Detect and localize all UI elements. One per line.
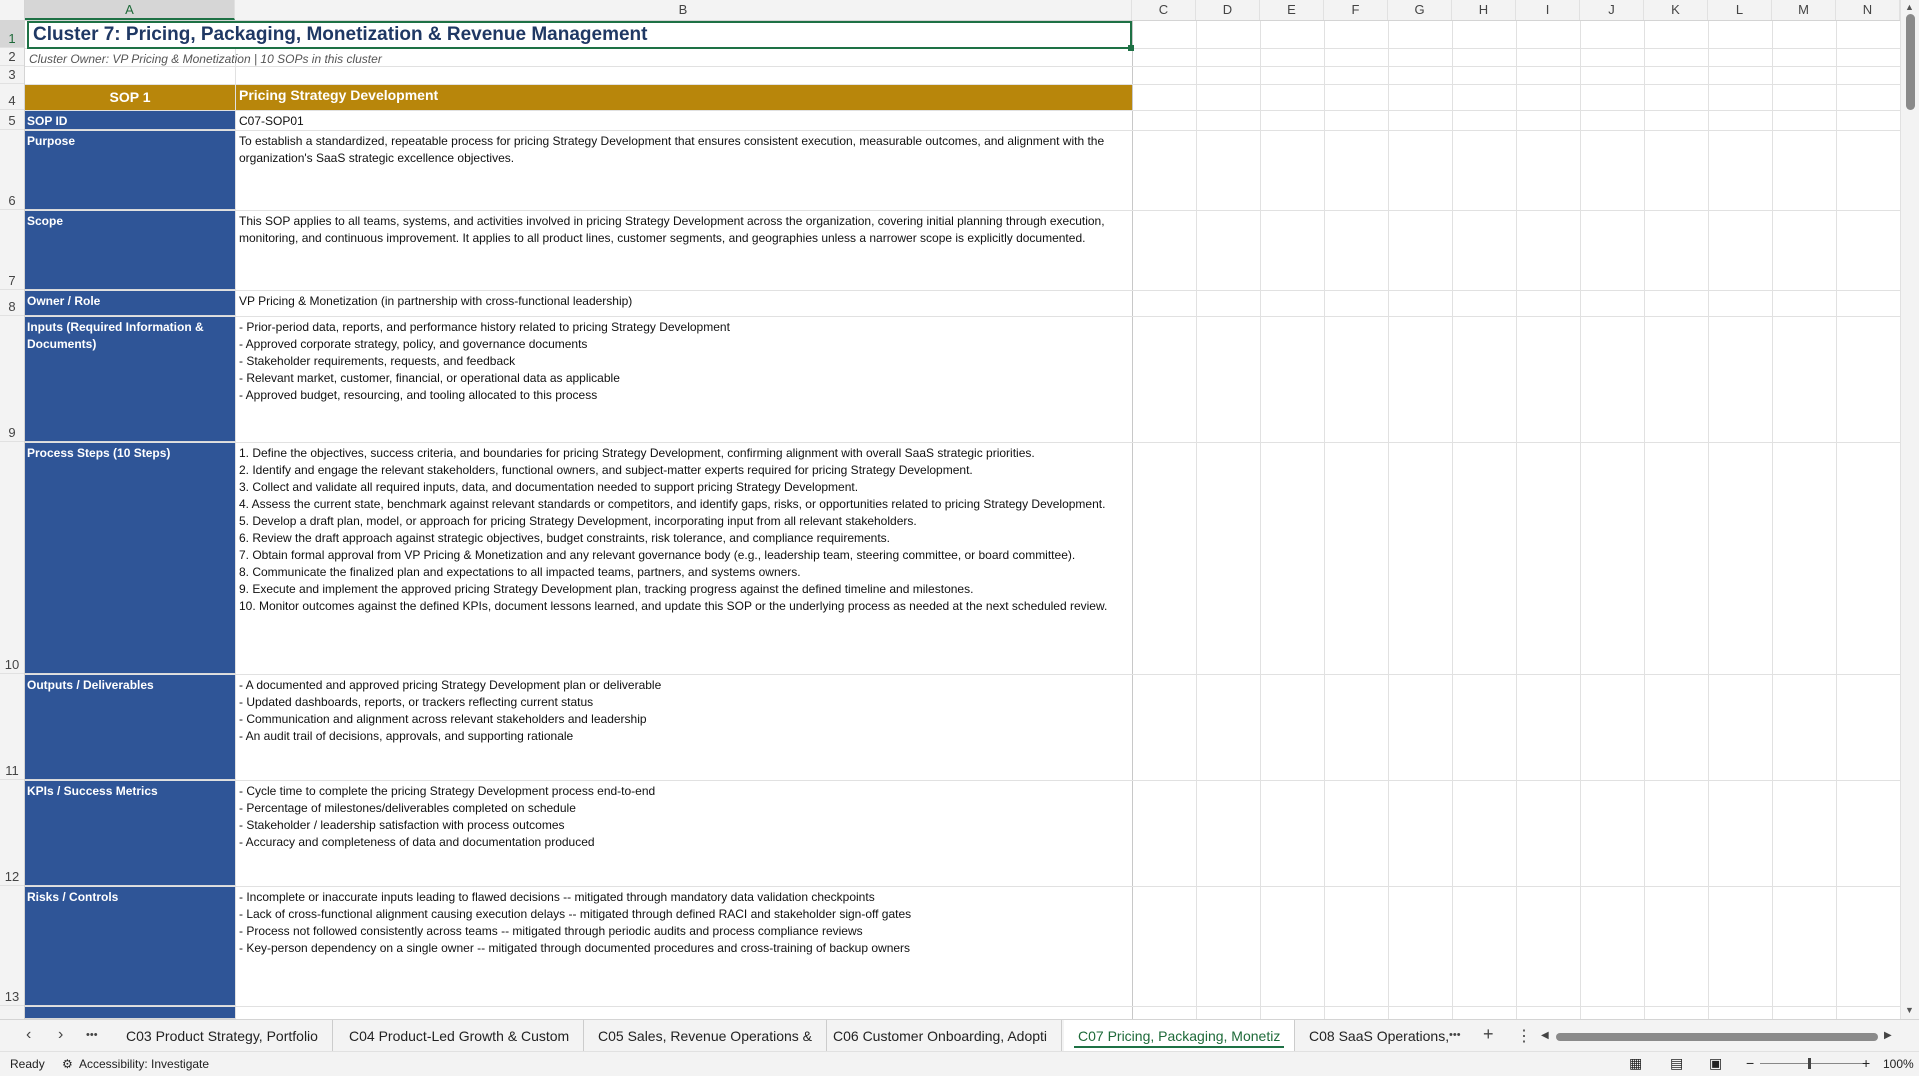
row-header-1[interactable]: 1 bbox=[0, 20, 24, 48]
add-sheet-icon[interactable]: + bbox=[1483, 1024, 1494, 1045]
column-header-i[interactable]: I bbox=[1516, 0, 1580, 20]
field-value-scope[interactable]: This SOP applies to all teams, systems, … bbox=[236, 211, 1132, 290]
sheet-tab-c07-active[interactable]: C07 Pricing, Packaging, Monetiz bbox=[1064, 1020, 1296, 1052]
column-header-b[interactable]: B bbox=[235, 0, 1132, 20]
fill-handle[interactable] bbox=[1128, 45, 1134, 51]
field-label-outputs[interactable]: Outputs / Deliverables bbox=[25, 675, 235, 780]
field-label-owner[interactable]: Owner / Role bbox=[25, 291, 235, 316]
field-value-owner[interactable]: VP Pricing & Monetization (in partnershi… bbox=[236, 291, 1132, 316]
row-header-10[interactable]: 10 bbox=[0, 442, 24, 674]
field-label-kpis[interactable]: KPIs / Success Metrics bbox=[25, 781, 235, 886]
field-label-purpose[interactable]: Purpose bbox=[25, 131, 235, 210]
scroll-right-icon[interactable]: ▶ bbox=[1884, 1030, 1892, 1041]
normal-view-icon[interactable]: ▦ bbox=[1629, 1055, 1642, 1072]
column-header-g[interactable]: G bbox=[1388, 0, 1452, 20]
vertical-scroll-thumb[interactable] bbox=[1906, 14, 1915, 110]
row-header-bar: 1 2 3 4 5 6 7 8 9 10 11 12 13 bbox=[0, 20, 25, 1020]
accessibility-icon[interactable]: ⚙ bbox=[62, 1057, 73, 1071]
page-layout-view-icon[interactable]: ▤ bbox=[1670, 1055, 1683, 1072]
sheet-tab-c08[interactable]: C08 SaaS Operations, bbox=[1295, 1020, 1463, 1052]
column-header-k[interactable]: K bbox=[1644, 0, 1708, 20]
more-tabs-right-icon[interactable]: ••• bbox=[1449, 1029, 1461, 1041]
cluster-title-cell[interactable]: Cluster 7: Pricing, Packaging, Monetizat… bbox=[27, 21, 1132, 49]
row-header-8[interactable]: 8 bbox=[0, 290, 24, 316]
accessibility-status[interactable]: Accessibility: Investigate bbox=[79, 1057, 209, 1071]
zoom-in-button[interactable]: + bbox=[1862, 1055, 1870, 1071]
zoom-out-button[interactable]: − bbox=[1746, 1055, 1754, 1071]
page-break-view-icon[interactable]: ▣ bbox=[1709, 1055, 1722, 1072]
sheet-tab-c07-label: C07 Pricing, Packaging, Monetiz bbox=[1078, 1028, 1281, 1044]
column-header-d[interactable]: D bbox=[1196, 0, 1260, 20]
more-tabs-left-icon[interactable]: ••• bbox=[86, 1029, 98, 1041]
row-header-5[interactable]: 5 bbox=[0, 110, 24, 130]
column-header-j[interactable]: J bbox=[1580, 0, 1644, 20]
field-value-purpose[interactable]: To establish a standardized, repeatable … bbox=[236, 131, 1132, 210]
row-header-9[interactable]: 9 bbox=[0, 316, 24, 442]
status-bar: Ready ⚙ Accessibility: Investigate ▦ ▤ ▣… bbox=[0, 1051, 1919, 1076]
field-value-sop-id[interactable]: C07-SOP01 bbox=[236, 111, 1132, 130]
column-header-n[interactable]: N bbox=[1836, 0, 1900, 20]
row-header-12[interactable]: 12 bbox=[0, 780, 24, 886]
sheet-tab-c04[interactable]: C04 Product-Led Growth & Custom bbox=[335, 1020, 585, 1052]
zoom-slider[interactable] bbox=[1760, 1063, 1868, 1064]
worksheet-grid[interactable]: Cluster 7: Pricing, Packaging, Monetizat… bbox=[25, 21, 1901, 1019]
scroll-up-icon[interactable]: ▲ bbox=[1905, 2, 1914, 12]
sheet-tab-bar: ‹ › ••• C03 Product Strategy, Portfolio … bbox=[0, 1019, 1919, 1052]
row-header-11[interactable]: 11 bbox=[0, 674, 24, 780]
zoom-slider-thumb[interactable] bbox=[1808, 1058, 1811, 1069]
vertical-scrollbar[interactable]: ▲ ▼ bbox=[1900, 0, 1919, 1019]
chevron-left-icon[interactable]: ‹ bbox=[26, 1026, 31, 1044]
field-label-next-partial[interactable] bbox=[25, 1007, 235, 1019]
field-label-scope[interactable]: Scope bbox=[25, 211, 235, 290]
field-label-process-steps[interactable]: Process Steps (10 Steps) bbox=[25, 443, 235, 674]
row-header-13[interactable]: 13 bbox=[0, 886, 24, 1006]
sop-number-cell[interactable]: SOP 1 bbox=[25, 85, 235, 110]
column-header-a[interactable]: A bbox=[25, 0, 235, 20]
row-header-4[interactable]: 4 bbox=[0, 84, 24, 110]
column-header-bar: A B C D E F G H I J K L M N bbox=[0, 0, 1919, 21]
field-value-inputs[interactable]: - Prior-period data, reports, and perfor… bbox=[236, 317, 1132, 442]
sheet-tab-c03[interactable]: C03 Product Strategy, Portfolio bbox=[112, 1020, 333, 1052]
horizontal-scroll-thumb[interactable] bbox=[1556, 1033, 1878, 1041]
active-tab-indicator bbox=[1074, 1046, 1285, 1048]
scroll-left-icon[interactable]: ◀ bbox=[1541, 1030, 1549, 1041]
chevron-right-icon[interactable]: › bbox=[58, 1026, 63, 1044]
row-header-3[interactable]: 3 bbox=[0, 66, 24, 84]
sheet-tab-c05[interactable]: C05 Sales, Revenue Operations & bbox=[584, 1020, 828, 1052]
row-header-7[interactable]: 7 bbox=[0, 210, 24, 290]
field-value-risks[interactable]: - Incomplete or inaccurate inputs leadin… bbox=[236, 887, 1132, 1006]
column-header-f[interactable]: F bbox=[1324, 0, 1388, 20]
sop-name-cell[interactable]: Pricing Strategy Development bbox=[236, 85, 1132, 110]
field-value-kpis[interactable]: - Cycle time to complete the pricing Str… bbox=[236, 781, 1132, 886]
field-label-inputs[interactable]: Inputs (Required Information & Documents… bbox=[25, 317, 235, 442]
column-header-m[interactable]: M bbox=[1772, 0, 1836, 20]
zoom-level[interactable]: 100% bbox=[1883, 1057, 1914, 1071]
sheet-options-icon[interactable]: ⋮ bbox=[1516, 1026, 1532, 1046]
select-all-corner[interactable] bbox=[0, 0, 25, 20]
field-value-outputs[interactable]: - A documented and approved pricing Stra… bbox=[236, 675, 1132, 780]
status-ready: Ready bbox=[10, 1057, 45, 1071]
field-value-process-steps[interactable]: 1. Define the objectives, success criter… bbox=[236, 443, 1132, 674]
sheet-tab-c06[interactable]: C06 Customer Onboarding, Adopti bbox=[819, 1020, 1063, 1052]
column-header-c[interactable]: C bbox=[1132, 0, 1196, 20]
row-header-2[interactable]: 2 bbox=[0, 48, 24, 66]
field-label-risks[interactable]: Risks / Controls bbox=[25, 887, 235, 1006]
column-header-l[interactable]: L bbox=[1708, 0, 1772, 20]
row-header-6[interactable]: 6 bbox=[0, 130, 24, 210]
column-header-e[interactable]: E bbox=[1260, 0, 1324, 20]
cluster-subtitle-cell[interactable]: Cluster Owner: VP Pricing & Monetization… bbox=[27, 50, 384, 68]
scroll-down-icon[interactable]: ▼ bbox=[1905, 1005, 1914, 1015]
column-header-h[interactable]: H bbox=[1452, 0, 1516, 20]
field-label-sop-id[interactable]: SOP ID bbox=[25, 111, 235, 130]
